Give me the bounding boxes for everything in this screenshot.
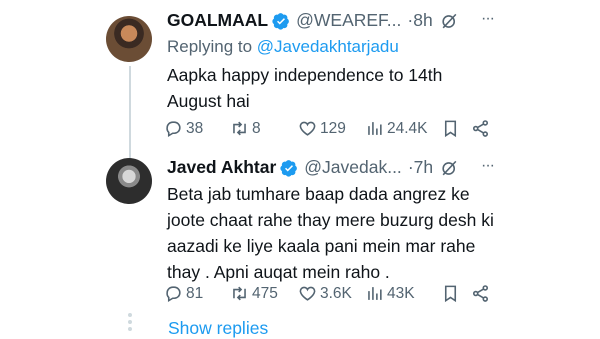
share-button[interactable]: [471, 119, 493, 138]
like-count: 129: [320, 119, 346, 137]
like-button[interactable]: 3.6K: [298, 284, 365, 303]
reply-button[interactable]: 81: [164, 284, 230, 303]
reply-button[interactable]: 38: [164, 119, 230, 138]
views-icon: [368, 122, 382, 135]
reply-icon: [166, 286, 181, 303]
reply-count: 38: [186, 119, 204, 137]
view-count: 24.4K: [387, 119, 428, 137]
like-button[interactable]: 129: [298, 119, 365, 138]
grok-icon[interactable]: [440, 12, 459, 31]
tweet-actions: 38 8 129 24.4K: [164, 119, 493, 138]
replying-to: Replying to @Javedakhtarjadu: [167, 37, 399, 57]
retweet-icon: [233, 286, 246, 301]
share-icon: [472, 285, 489, 302]
retweet-icon: [233, 121, 246, 136]
reply-icon: [166, 121, 181, 138]
tweet-actions: 81 475 3.6K 43K: [164, 284, 493, 303]
share-icon: [472, 120, 489, 137]
retweet-count: 8: [252, 119, 261, 137]
bookmark-icon: [444, 285, 457, 303]
like-count: 3.6K: [320, 284, 352, 302]
bookmark-icon: [444, 120, 457, 138]
verified-badge-icon: [280, 159, 298, 177]
heart-icon: [299, 286, 316, 301]
bookmark-button[interactable]: [441, 119, 471, 138]
avatar[interactable]: [106, 16, 152, 62]
timestamp[interactable]: ·8h: [407, 10, 432, 31]
tweet-header: GOALMAAL @WEAREF... ·8h: [167, 10, 433, 31]
retweet-count: 475: [252, 284, 278, 302]
more-options-icon[interactable]: ···: [481, 157, 495, 175]
tweet-text: Beta jab tumhare baap dada angrez ke joo…: [167, 184, 494, 282]
timestamp[interactable]: ·7h: [408, 157, 433, 178]
verified-badge-icon: [272, 12, 289, 30]
display-name[interactable]: GOALMAAL: [167, 10, 268, 31]
tweet-text: Aapka happy independence to 14th August …: [167, 65, 443, 111]
thread-dots: [128, 313, 132, 334]
more-options-icon[interactable]: ···: [481, 10, 495, 28]
handle[interactable]: @Javedak...: [304, 157, 402, 178]
share-button[interactable]: [471, 284, 493, 303]
retweet-button[interactable]: 8: [230, 119, 298, 138]
views-button[interactable]: 43K: [365, 284, 441, 303]
replying-prefix: Replying to: [167, 37, 253, 56]
tweet-header: Javed Akhtar @Javedak... ·7h: [167, 157, 433, 178]
view-count: 43K: [387, 284, 415, 302]
handle[interactable]: @WEAREF...: [296, 10, 401, 31]
grok-icon[interactable]: [440, 159, 459, 178]
views-button[interactable]: 24.4K: [365, 119, 441, 138]
replying-to-link[interactable]: @Javedakhtarjadu: [257, 37, 399, 56]
reply-count: 81: [186, 284, 204, 302]
retweet-button[interactable]: 475: [230, 284, 298, 303]
bookmark-button[interactable]: [441, 284, 471, 303]
show-replies-link[interactable]: Show replies: [168, 318, 268, 339]
views-icon: [368, 287, 382, 300]
avatar[interactable]: [106, 158, 152, 204]
thread-line: [129, 66, 131, 160]
heart-icon: [299, 121, 316, 136]
display-name[interactable]: Javed Akhtar: [167, 157, 276, 178]
